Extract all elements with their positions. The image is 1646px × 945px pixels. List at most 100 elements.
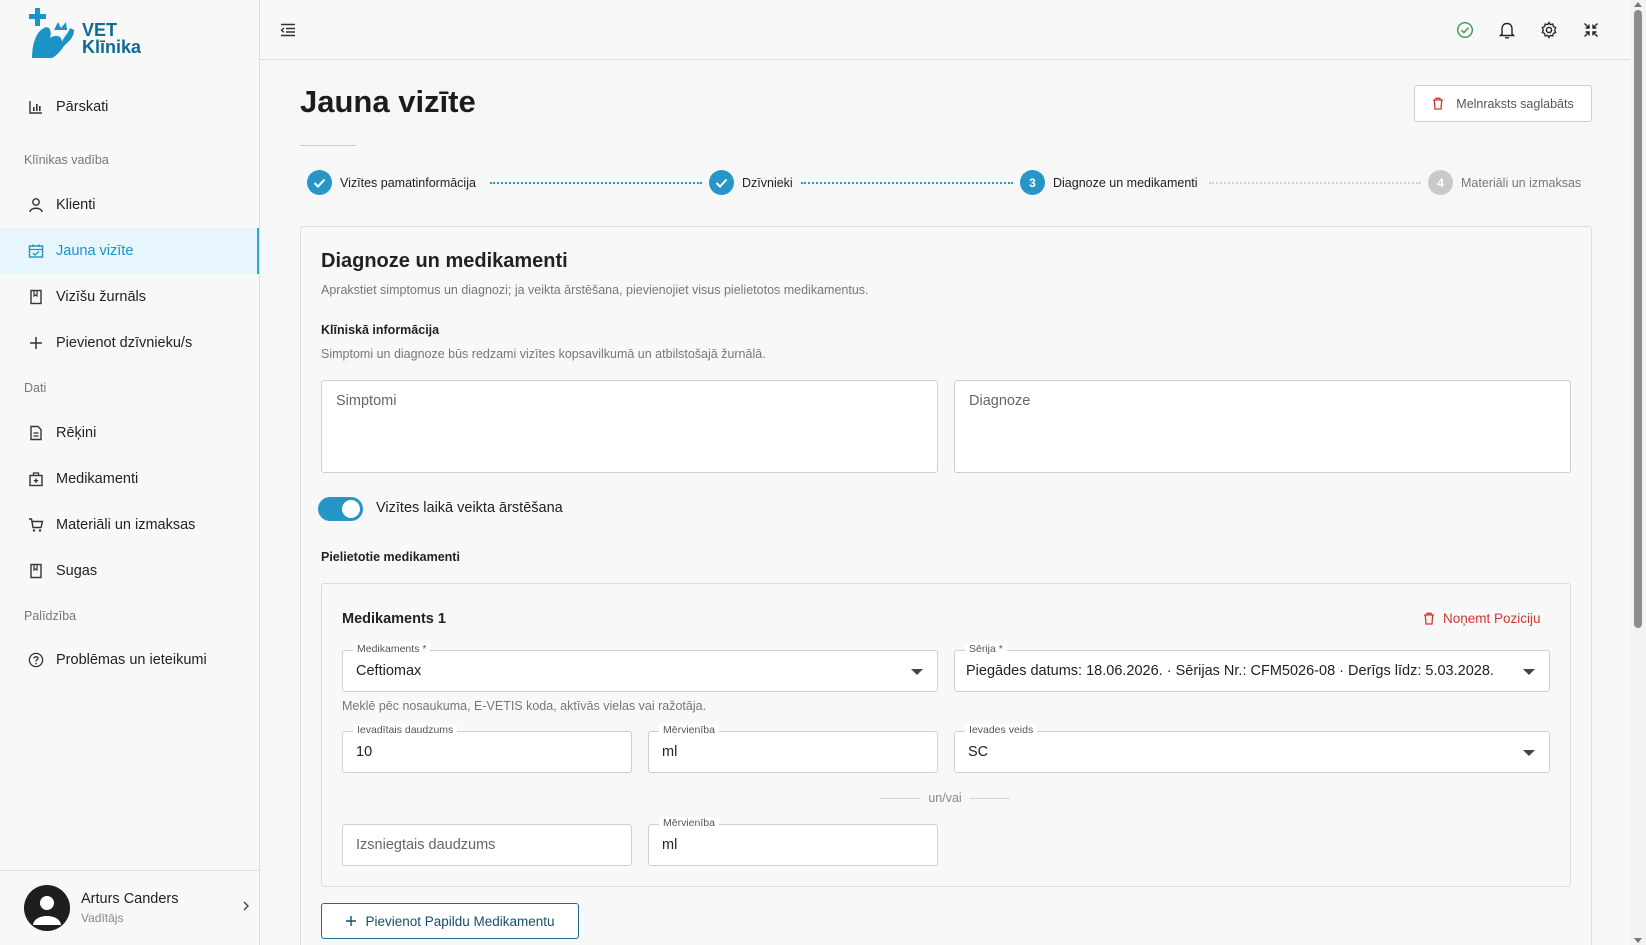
sidebar: VET Klīnika Pārskati Klīnikas vadība Kli…: [0, 0, 260, 945]
sidebar-item-label: Jauna vizīte: [56, 243, 134, 259]
clinical-info-title: Klīniskā informācija: [321, 323, 440, 337]
section-label-help: Palīdzība: [24, 609, 77, 623]
medications-section-title: Pielietotie medikamenti: [321, 550, 460, 564]
remove-position-button[interactable]: Noņemt Poziciju: [1423, 611, 1541, 626]
symptoms-placeholder: Simptomi: [336, 393, 397, 409]
check-circle-icon[interactable]: [1453, 18, 1477, 42]
sidebar-item-clients[interactable]: Klienti: [0, 182, 259, 228]
sidebar-item-invoices[interactable]: Rēķini: [0, 410, 259, 456]
bell-icon[interactable]: [1495, 18, 1519, 42]
menu-collapse-icon[interactable]: [276, 18, 300, 42]
medication-value: Ceftiomax: [356, 663, 422, 679]
step-animals[interactable]: Dzīvnieki: [709, 170, 793, 195]
fullscreen-exit-icon[interactable]: [1579, 18, 1603, 42]
sidebar-item-label: Problēmas un ieteikumi: [56, 652, 207, 668]
diagnosis-textarea[interactable]: Diagnoze: [954, 380, 1571, 473]
unit-input[interactable]: Mērvienība ml: [648, 724, 938, 773]
scrollbar-thumb[interactable]: [1634, 10, 1642, 628]
form-subtitle: Aprakstiet simptomus un diagnozi; ja vei…: [321, 283, 869, 297]
chevron-down-icon: [1523, 669, 1535, 675]
check-icon: [307, 170, 332, 195]
gear-icon[interactable]: [1537, 18, 1561, 42]
section-label-data: Dati: [24, 381, 47, 395]
sidebar-item-label: Materiāli un izmaksas: [56, 517, 196, 533]
step-visit-info[interactable]: Vizītes pamatinformācija: [307, 170, 476, 195]
step-label: Materiāli un izmaksas: [1461, 175, 1582, 190]
sidebar-item-label: Pārskati: [56, 99, 109, 115]
scroll-down-arrow[interactable]: [1634, 938, 1642, 943]
sidebar-item-add-animal[interactable]: Pievienot dzīvnieku/s: [0, 320, 259, 366]
title-underline: [300, 145, 356, 146]
logo-text: VET Klīnika: [82, 21, 141, 56]
treatment-toggle[interactable]: [318, 497, 363, 521]
remove-position-label: Noņemt Poziciju: [1443, 611, 1541, 626]
sidebar-item-issues[interactable]: Problēmas un ieteikumi: [0, 637, 259, 683]
unit-input-2[interactable]: Mērvienība ml: [648, 817, 938, 866]
route-value: SC: [968, 744, 989, 760]
bookmark-icon: [26, 561, 46, 581]
step-number: 3: [1020, 170, 1045, 195]
step-diagnosis[interactable]: 3 Diagnoze un medikamenti: [1020, 170, 1198, 195]
user-role: Vadītājs: [81, 911, 124, 925]
sidebar-item-materials[interactable]: Materiāli un izmaksas: [0, 502, 259, 548]
app-logo[interactable]: VET Klīnika: [26, 8, 141, 60]
route-label: Ievades veids: [965, 724, 1038, 736]
diagnosis-placeholder: Diagnoze: [969, 393, 1031, 409]
medication-label: Medikaments *: [353, 643, 431, 655]
sidebar-item-new-visit[interactable]: Jauna vizīte: [0, 228, 259, 274]
chevron-down-icon: [1523, 750, 1535, 756]
step-materials[interactable]: 4 Materiāli un izmaksas: [1428, 170, 1581, 195]
cart-icon: [26, 515, 46, 535]
bookmark-icon: [26, 287, 46, 307]
sidebar-item-label: Vizīšu žurnāls: [56, 289, 146, 305]
chevron-down-icon: [911, 669, 923, 675]
user-icon: [26, 195, 46, 215]
help-circle-icon: [26, 650, 46, 670]
draft-saved-button[interactable]: Melnraksts saglabāts: [1414, 85, 1592, 122]
sidebar-item-label: Klienti: [56, 197, 96, 213]
sidebar-item-label: Medikamenti: [56, 471, 139, 487]
medication-select[interactable]: Medikaments * Ceftiomax: [342, 643, 938, 692]
page-title: Jauna vizīte: [300, 84, 476, 119]
medication-title: Medikaments 1: [342, 611, 446, 627]
chevron-right-icon[interactable]: [241, 899, 251, 917]
scroll-up-arrow[interactable]: [1634, 2, 1642, 7]
medication-helper-text: Meklē pēc nosaukuma, E-VETIS koda, aktīv…: [342, 699, 707, 713]
bar-chart-icon: [26, 97, 46, 117]
administered-quantity-input[interactable]: Ievadītais daudzums 10: [342, 724, 632, 773]
sidebar-item-reports[interactable]: Pārskati: [0, 84, 259, 130]
and-or-divider: un/vai: [880, 791, 1011, 805]
step-connector-3: [1209, 182, 1421, 184]
series-select[interactable]: Sērija * Piegādes datums: 18.06.2026. · …: [954, 643, 1550, 692]
check-icon: [709, 170, 734, 195]
section-label-clinic: Klīnikas vadība: [24, 153, 109, 167]
dispensed-quantity-input[interactable]: Izsniegtais daudzums: [342, 824, 632, 866]
dispensed-quantity-placeholder: Izsniegtais daudzums: [356, 837, 496, 853]
route-select[interactable]: Ievades veids SC: [954, 724, 1550, 773]
toggle-knob: [342, 500, 360, 518]
plus-icon: [345, 915, 357, 927]
sidebar-item-label: Pievienot dzīvnieku/s: [56, 335, 193, 351]
administered-quantity-value: 10: [356, 744, 373, 760]
symptoms-textarea[interactable]: Simptomi: [321, 380, 938, 473]
user-profile[interactable]: Arturs Canders Vadītājs: [0, 870, 259, 945]
sidebar-item-label: Sugas: [56, 563, 98, 579]
step-label: Diagnoze un medikamenti: [1053, 175, 1198, 190]
trash-icon: [1423, 612, 1435, 625]
draft-saved-label: Melnraksts saglabāts: [1456, 96, 1574, 111]
plus-icon: [26, 333, 46, 353]
and-or-label: un/vai: [928, 791, 962, 805]
form-title: Diagnoze un medikamenti: [321, 250, 568, 272]
unit-label: Mērvienība: [659, 724, 719, 736]
vet-logo-icon: [29, 8, 74, 58]
scrollbar[interactable]: [1630, 0, 1646, 945]
add-medication-button[interactable]: Pievienot Papildu Medikamentu: [321, 903, 579, 939]
topbar: [260, 0, 1630, 60]
step-number: 4: [1428, 170, 1453, 195]
sidebar-item-medications[interactable]: Medikamenti: [0, 456, 259, 502]
unit-value: ml: [662, 744, 678, 760]
step-label: Vizītes pamatinformācija: [340, 175, 476, 190]
sidebar-item-visit-log[interactable]: Vizīšu žurnāls: [0, 274, 259, 320]
step-label: Dzīvnieki: [742, 175, 793, 190]
sidebar-item-species[interactable]: Sugas: [0, 548, 259, 594]
